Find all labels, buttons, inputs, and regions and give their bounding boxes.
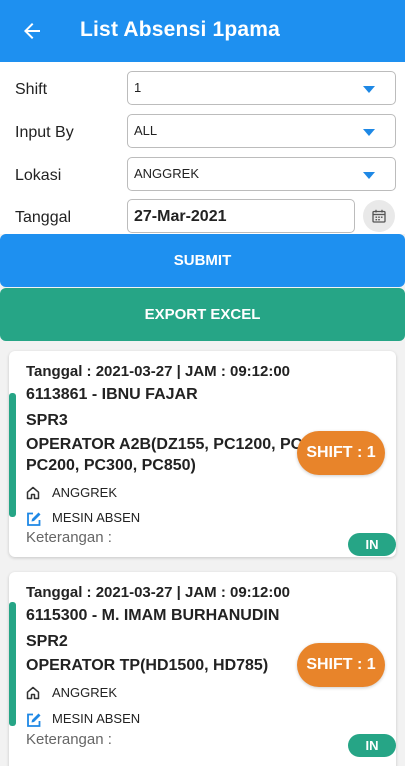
in-status-badge: IN	[348, 533, 396, 556]
export-excel-button[interactable]: EXPORT EXCEL	[0, 288, 405, 341]
status-bar	[9, 602, 16, 726]
shift-badge: SHIFT : 1	[297, 431, 385, 475]
record-employee: 6113861 - IBNU FAJAR	[26, 386, 198, 403]
tanggal-value: 27-Mar-2021	[134, 208, 227, 225]
record-source-text: MESIN ABSEN	[52, 510, 141, 525]
record-code: SPR2	[26, 633, 68, 650]
record-keterangan: Keterangan :	[26, 529, 112, 546]
chevron-down-icon	[363, 129, 375, 136]
back-arrow-icon[interactable]	[20, 19, 44, 43]
chevron-down-icon	[363, 172, 375, 179]
input-by-value: ALL	[134, 123, 158, 138]
edit-icon	[27, 713, 41, 727]
lokasi-row: Lokasi ANGGREK	[0, 157, 405, 193]
record-datetime: Tanggal : 2021-03-27 | JAM : 09:12:00	[26, 363, 291, 380]
page-title: List Absensi 1pama	[80, 18, 281, 41]
shift-badge: SHIFT : 1	[297, 643, 385, 687]
shift-value: 1	[134, 80, 142, 95]
lokasi-dropdown[interactable]: ANGGREK	[127, 157, 396, 191]
input-by-row: Input By ALL	[0, 114, 405, 150]
tanggal-label: Tanggal	[15, 209, 72, 226]
record-position: OPERATOR A2B(DZ155, PC1200, PC	[26, 436, 303, 453]
submit-button[interactable]: SUBMIT	[0, 234, 405, 287]
tanggal-field[interactable]: 27-Mar-2021	[127, 199, 355, 233]
tanggal-row: Tanggal 27-Mar-2021	[0, 199, 405, 235]
lokasi-value: ANGGREK	[134, 166, 200, 181]
edit-icon	[27, 512, 41, 526]
record-location-text: ANGGREK	[52, 685, 118, 700]
app-bar: List Absensi 1pama	[0, 0, 405, 62]
chevron-down-icon	[363, 86, 375, 93]
home-icon	[26, 486, 40, 500]
shift-row: Shift 1	[0, 71, 405, 107]
record-source-text: MESIN ABSEN	[52, 711, 141, 726]
input-by-dropdown[interactable]: ALL	[127, 114, 396, 148]
record-location-text: ANGGREK	[52, 485, 118, 500]
attendance-card[interactable]: Tanggal : 2021-03-27 | JAM : 09:12:00 61…	[9, 351, 396, 557]
status-bar	[9, 393, 16, 517]
date-picker-button[interactable]	[363, 200, 395, 232]
in-status-badge: IN	[348, 734, 396, 757]
record-position-cont: PC200, PC300, PC850)	[26, 457, 196, 474]
filter-form: Shift 1 Input By ALL Lokasi ANGGREK Tang…	[0, 62, 405, 234]
record-employee: 6115300 - M. IMAM BURHANUDIN	[26, 607, 280, 624]
attendance-card[interactable]: Tanggal : 2021-03-27 | JAM : 09:12:00 61…	[9, 572, 396, 766]
record-datetime: Tanggal : 2021-03-27 | JAM : 09:12:00	[26, 584, 291, 601]
shift-dropdown[interactable]: 1	[127, 71, 396, 105]
record-keterangan: Keterangan :	[26, 731, 112, 748]
input-by-label: Input By	[15, 124, 74, 141]
lokasi-label: Lokasi	[15, 167, 62, 184]
record-code: SPR3	[26, 412, 68, 429]
calendar-icon	[372, 209, 386, 223]
shift-label: Shift	[15, 81, 48, 98]
home-icon	[26, 686, 40, 700]
record-position: OPERATOR TP(HD1500, HD785)	[26, 657, 269, 674]
